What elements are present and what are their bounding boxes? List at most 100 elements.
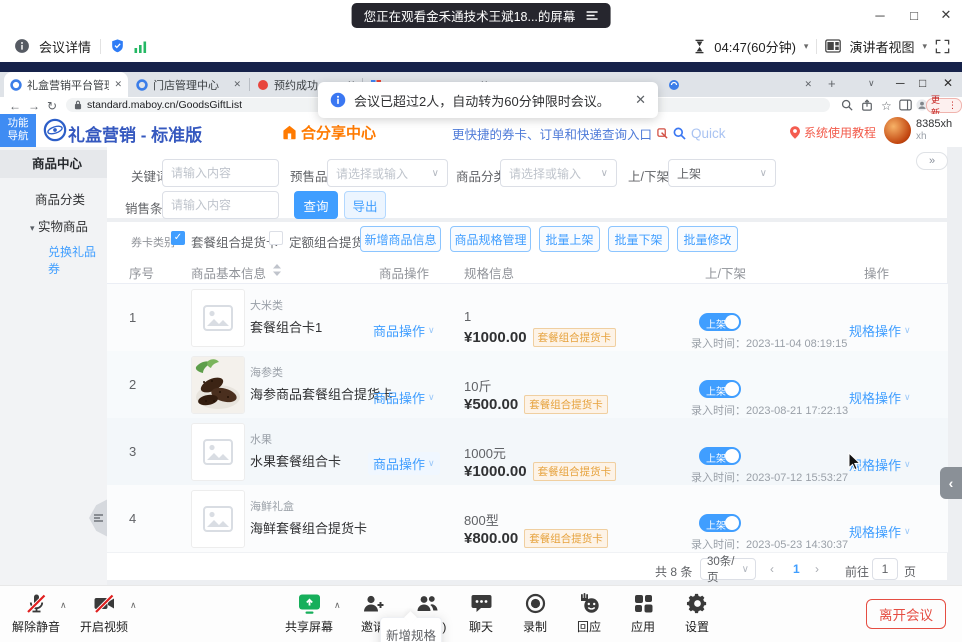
brand-placeholder: 请选择或输入 <box>336 165 408 182</box>
right-panel-toggle[interactable]: ‹ <box>940 467 962 499</box>
unmute-button[interactable]: 解除静音 <box>4 592 68 635</box>
settings-button[interactable]: 设置 <box>665 592 729 635</box>
shelf-toggle[interactable]: 上架 <box>699 313 741 331</box>
toast-close-icon[interactable]: ✕ <box>635 92 646 108</box>
filter-collapse-button[interactable]: » <box>916 152 948 170</box>
video-options-caret[interactable]: ∧ <box>130 600 137 611</box>
tab-close-icon[interactable]: ✕ <box>233 79 241 90</box>
spec-op-link[interactable]: 规格操作∨ <box>849 522 911 541</box>
maximize-button[interactable]: □ <box>900 0 928 30</box>
sidebar-item-label: 实物商品 <box>38 220 88 234</box>
tab-favicon <box>10 79 22 91</box>
fullscreen-icon[interactable] <box>935 39 950 54</box>
goto-page-input[interactable] <box>872 558 898 580</box>
browser-tab-1[interactable]: 礼盒营销平台管理中心 ✕ <box>4 72 128 97</box>
currency: ¥ <box>464 396 472 413</box>
sidebar-item-category[interactable]: 商品分类 <box>35 189 85 208</box>
network-signal-icon[interactable] <box>134 40 147 53</box>
sidebar-item-gift-voucher[interactable]: 兑换礼品券 <box>48 243 107 277</box>
goods-op-link[interactable]: 商品操作∨ <box>373 388 435 407</box>
browser-minimize-icon[interactable]: ─ <box>896 76 905 90</box>
tutorial-link[interactable]: 系统使用教程 <box>790 124 876 141</box>
checkbox-combo-card[interactable]: ✓ <box>171 231 185 245</box>
browser-tab-5[interactable]: ✕ <box>662 72 818 97</box>
next-page-icon[interactable]: › <box>815 562 819 576</box>
category-select[interactable]: 请选择或输入∨ <box>500 159 617 187</box>
tab-close-icon[interactable]: ✕ <box>804 79 812 90</box>
function-nav-button[interactable]: 功能 导航 <box>0 114 36 147</box>
shelf-toggle[interactable]: 上架 <box>699 447 741 465</box>
sidebar-item-physical-goods[interactable]: ▾ 实物商品 <box>30 216 88 235</box>
zoom-icon[interactable] <box>841 99 853 111</box>
close-button[interactable]: ✕ <box>932 0 960 30</box>
share-screen-button[interactable]: 共享屏幕 <box>277 592 341 635</box>
tab-title: 礼盒营销平台管理中心 <box>27 77 109 93</box>
batch-off-button[interactable]: 批量下架 <box>608 226 669 252</box>
spec-op-label: 规格操作 <box>849 321 901 340</box>
price-value: 500.00 <box>472 396 518 413</box>
share-options-caret[interactable]: ∧ <box>334 600 341 611</box>
search-button[interactable]: 查询 <box>294 191 338 219</box>
app-logo <box>43 118 67 142</box>
view-mode-selector[interactable]: 演讲者视图 <box>849 37 914 56</box>
current-page[interactable]: 1 <box>793 562 800 576</box>
goods-name: 套餐组合卡1 <box>250 317 322 336</box>
shelf-toggle[interactable]: 上架 <box>699 514 741 532</box>
tab-close-icon[interactable]: ✕ <box>114 79 122 90</box>
minimize-button[interactable]: ─ <box>866 0 894 30</box>
export-button[interactable]: 导出 <box>344 191 386 219</box>
share-center-link[interactable]: 合分享中心 <box>282 122 376 143</box>
goods-op-link-open[interactable]: 商品操作∨ <box>368 452 440 475</box>
filter-panel: 关键词 预售品牌 请选择或输入∨ 商品分类 请选择或输入∨ 上/下架 上架∨ 销… <box>107 147 947 218</box>
browser-reload-icon[interactable]: ↻ <box>47 97 57 114</box>
mic-options-caret[interactable]: ∧ <box>60 600 67 611</box>
leave-meeting-button[interactable]: 离开会议 <box>866 599 946 629</box>
browser-back-icon[interactable]: ← <box>9 97 21 114</box>
spec-op-label: 规格操作 <box>849 522 901 541</box>
checkbox-combo-label[interactable]: 套餐组合提货卡 <box>191 232 279 251</box>
start-video-button[interactable]: 开启视频 <box>72 592 136 635</box>
share-icon[interactable] <box>861 99 873 111</box>
barcode-input[interactable] <box>162 191 279 219</box>
shelf-toggle[interactable]: 上架 <box>699 380 741 398</box>
browser-maximize-icon[interactable]: □ <box>919 76 926 90</box>
bookmark-star-icon[interactable]: ☆ <box>881 97 892 114</box>
reactions-label: 回应 <box>577 618 601 635</box>
browser-close-icon[interactable]: ✕ <box>943 76 953 90</box>
currency: ¥ <box>464 329 472 346</box>
tab-search-icon[interactable]: ∨ <box>868 78 875 89</box>
browser-tab-2[interactable]: 门店管理中心 ✕ <box>130 72 247 97</box>
spec-op-link[interactable]: 规格操作∨ <box>849 388 911 407</box>
brand-select[interactable]: 请选择或输入∨ <box>327 159 448 187</box>
tab-favicon <box>668 79 680 91</box>
timer-caret-icon[interactable]: ▾ <box>804 41 809 52</box>
view-caret-icon[interactable]: ▾ <box>922 41 927 52</box>
spec-manage-button[interactable]: 商品规格管理 <box>450 226 531 252</box>
security-shield-icon[interactable] <box>110 38 125 54</box>
side-panel-icon[interactable] <box>899 99 912 111</box>
quick-entry[interactable]: 更快捷的券卡、订单和快递查询入口 Quick <box>452 124 726 143</box>
batch-on-button[interactable]: 批量上架 <box>539 226 600 252</box>
banner-menu-icon[interactable] <box>585 10 598 21</box>
quick-entry-text: 更快捷的券卡、订单和快递查询入口 <box>452 124 652 143</box>
add-goods-button[interactable]: 新增商品信息 <box>360 226 441 252</box>
sort-icon[interactable] <box>273 264 281 276</box>
app-window: 您正在观看金禾通技术王斌18...的屏幕 ─ □ ✕ 会议详情 04:47(60… <box>0 0 962 642</box>
tab-favicon <box>136 79 148 91</box>
shelf-select[interactable]: 上架∨ <box>668 159 776 187</box>
toggle-label: 上架 <box>706 383 726 398</box>
goods-op-link[interactable]: 商品操作∨ <box>373 321 435 340</box>
prev-page-icon[interactable]: ‹ <box>770 562 774 576</box>
browser-forward-icon[interactable]: → <box>28 97 40 114</box>
browser-update-button[interactable]: 更新 ⋮ <box>926 98 962 113</box>
menu-item-add-spec[interactable]: 新增规格 <box>381 624 441 642</box>
page-size-select[interactable]: 30条/页∨ <box>700 558 756 580</box>
batch-edit-button[interactable]: 批量修改 <box>677 226 738 252</box>
meeting-detail-link[interactable]: 会议详情 <box>39 37 91 56</box>
user-avatar[interactable] <box>884 117 911 144</box>
keyword-input[interactable] <box>162 159 279 187</box>
new-tab-icon[interactable]: + <box>828 76 836 91</box>
checkbox-fixed-card[interactable] <box>269 231 283 245</box>
spec-op-link[interactable]: 规格操作∨ <box>849 321 911 340</box>
toggle-knob <box>725 449 739 463</box>
